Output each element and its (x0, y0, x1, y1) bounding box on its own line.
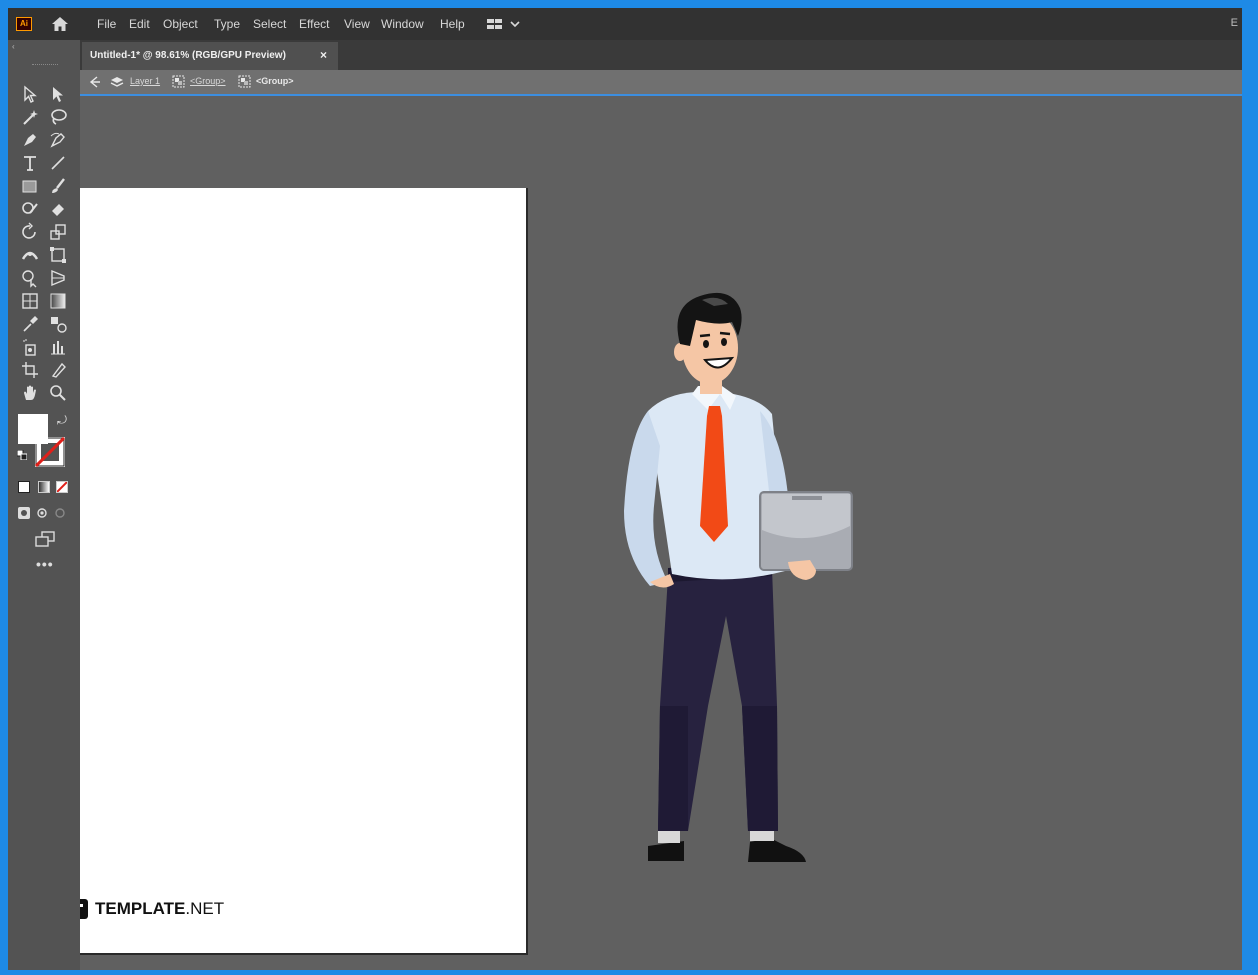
artboard[interactable]: TEMPLATE .NET (80, 188, 528, 955)
lasso-tool-icon[interactable] (48, 107, 68, 127)
close-document-button[interactable]: × (320, 48, 327, 62)
edit-toolbar-button[interactable]: ••• (36, 556, 54, 572)
eraser-tool-icon[interactable] (48, 199, 68, 219)
zoom-tool-icon[interactable] (48, 383, 68, 403)
menu-object[interactable]: Object (163, 17, 198, 31)
layers-icon (110, 77, 124, 87)
document-tab[interactable]: Untitled-1* @ 98.61% (RGB/GPU Preview) × (82, 42, 338, 70)
free-transform-tool-icon[interactable] (48, 245, 68, 265)
change-screen-mode-icon[interactable] (34, 530, 56, 548)
menu-type[interactable]: Type (214, 17, 240, 31)
toolbar-grip[interactable] (32, 64, 58, 67)
gradient-mode-icon[interactable] (38, 481, 50, 493)
eyedropper-tool-icon[interactable] (20, 314, 40, 334)
breadcrumb-layer[interactable]: Layer 1 (130, 76, 160, 86)
tools-panel: ‹ ⤾ ••• (8, 40, 80, 970)
draw-behind-icon[interactable] (36, 507, 48, 519)
scale-tool-icon[interactable] (48, 222, 68, 242)
swap-fill-stroke-icon[interactable]: ⤾ (57, 413, 67, 428)
menu-edge-label: E (1230, 17, 1238, 29)
column-graph-tool-icon[interactable] (48, 337, 68, 357)
curvature-tool-icon[interactable] (48, 130, 68, 150)
menu-help[interactable]: Help (440, 17, 465, 31)
blend-tool-icon[interactable] (48, 314, 68, 334)
direct-selection-tool-icon[interactable] (48, 84, 68, 104)
isolation-mode-bar: Layer 1 <Group> <Group> (80, 70, 1242, 96)
back-arrow-icon[interactable] (88, 75, 102, 89)
menu-file[interactable]: File (97, 17, 116, 31)
group-icon (172, 75, 185, 88)
mesh-tool-icon[interactable] (20, 291, 40, 311)
pen-tool-icon[interactable] (20, 130, 40, 150)
menu-window[interactable]: Window (381, 17, 424, 31)
width-tool-icon[interactable] (20, 245, 40, 265)
illustrator-window: Ai File Edit Object Type Select Effect V… (8, 8, 1242, 970)
artboard-tool-icon[interactable] (20, 360, 40, 380)
draw-inside-icon[interactable] (54, 507, 66, 519)
paintbrush-tool-icon[interactable] (48, 176, 68, 196)
symbol-sprayer-tool-icon[interactable] (20, 337, 40, 357)
type-tool-icon[interactable] (20, 153, 40, 173)
breadcrumb-group-1[interactable]: <Group> (190, 76, 226, 86)
hand-tool-icon[interactable] (20, 383, 40, 403)
rectangle-tool-icon[interactable] (20, 176, 40, 196)
group-icon (238, 75, 251, 88)
template-net-logo-icon (80, 899, 88, 919)
businessman-illustration[interactable] (610, 286, 860, 886)
canvas[interactable]: TEMPLATE .NET (80, 96, 1242, 970)
menu-select[interactable]: Select (253, 17, 286, 31)
document-tab-title: Untitled-1* @ 98.61% (RGB/GPU Preview) (90, 50, 286, 61)
document-tab-bar: Untitled-1* @ 98.61% (RGB/GPU Preview) × (80, 40, 1242, 70)
menu-bar: Ai File Edit Object Type Select Effect V… (8, 8, 1242, 40)
slice-tool-icon[interactable] (48, 360, 68, 380)
template-net-watermark: TEMPLATE .NET (80, 898, 224, 920)
collapse-toolbar-icon[interactable]: ‹ (12, 42, 15, 51)
menu-view[interactable]: View (344, 17, 370, 31)
menu-effect[interactable]: Effect (299, 17, 329, 31)
breadcrumb-group-2: <Group> (256, 76, 294, 86)
menu-edit[interactable]: Edit (129, 17, 150, 31)
color-mode-icon[interactable] (18, 481, 30, 493)
selection-tool-icon[interactable] (20, 84, 40, 104)
perspective-grid-tool-icon[interactable] (48, 268, 68, 288)
none-mode-icon[interactable] (56, 481, 68, 493)
magic-wand-tool-icon[interactable] (20, 107, 40, 127)
watermark-brand: TEMPLATE (95, 899, 186, 918)
line-segment-tool-icon[interactable] (48, 153, 68, 173)
shape-builder-tool-icon[interactable] (20, 268, 40, 288)
draw-normal-icon[interactable] (18, 507, 30, 519)
illustrator-logo-icon: Ai (16, 17, 32, 31)
home-icon[interactable] (51, 16, 69, 32)
default-fill-stroke-icon[interactable] (17, 450, 27, 460)
gradient-tool-icon[interactable] (48, 291, 68, 311)
watermark-tld: .NET (185, 899, 225, 918)
fill-swatch[interactable] (18, 414, 48, 444)
rotate-tool-icon[interactable] (20, 222, 40, 242)
shaper-tool-icon[interactable] (20, 199, 40, 219)
workspace-switcher-icon[interactable] (487, 18, 527, 30)
